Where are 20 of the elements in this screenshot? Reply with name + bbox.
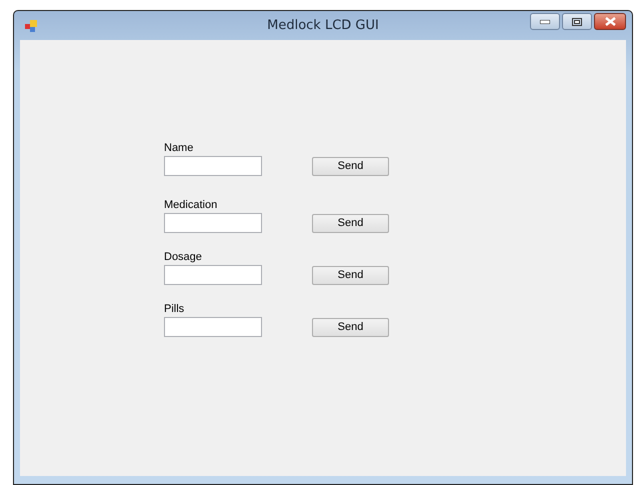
- input-field[interactable]: [164, 265, 262, 285]
- input-field[interactable]: [164, 213, 262, 233]
- minimize-button[interactable]: [530, 13, 560, 30]
- field-label: Medication: [164, 199, 218, 212]
- close-button[interactable]: [594, 13, 626, 30]
- field-label: Pills: [164, 303, 186, 316]
- input-field[interactable]: [164, 156, 262, 176]
- close-icon: [604, 17, 616, 26]
- send-button[interactable]: Send: [312, 214, 389, 232]
- field-label: Name: [164, 142, 194, 155]
- input-field[interactable]: [164, 317, 262, 337]
- window-title: Medlock LCD GUI: [267, 18, 379, 33]
- maximize-icon: [572, 18, 582, 26]
- maximize-button[interactable]: [562, 13, 592, 30]
- send-button[interactable]: Send: [312, 156, 389, 176]
- field-label: Dosage: [164, 251, 203, 264]
- app-icon: [25, 20, 37, 32]
- minimize-icon: [540, 20, 550, 24]
- send-button[interactable]: Send: [312, 318, 389, 336]
- send-button[interactable]: Send: [312, 266, 389, 284]
